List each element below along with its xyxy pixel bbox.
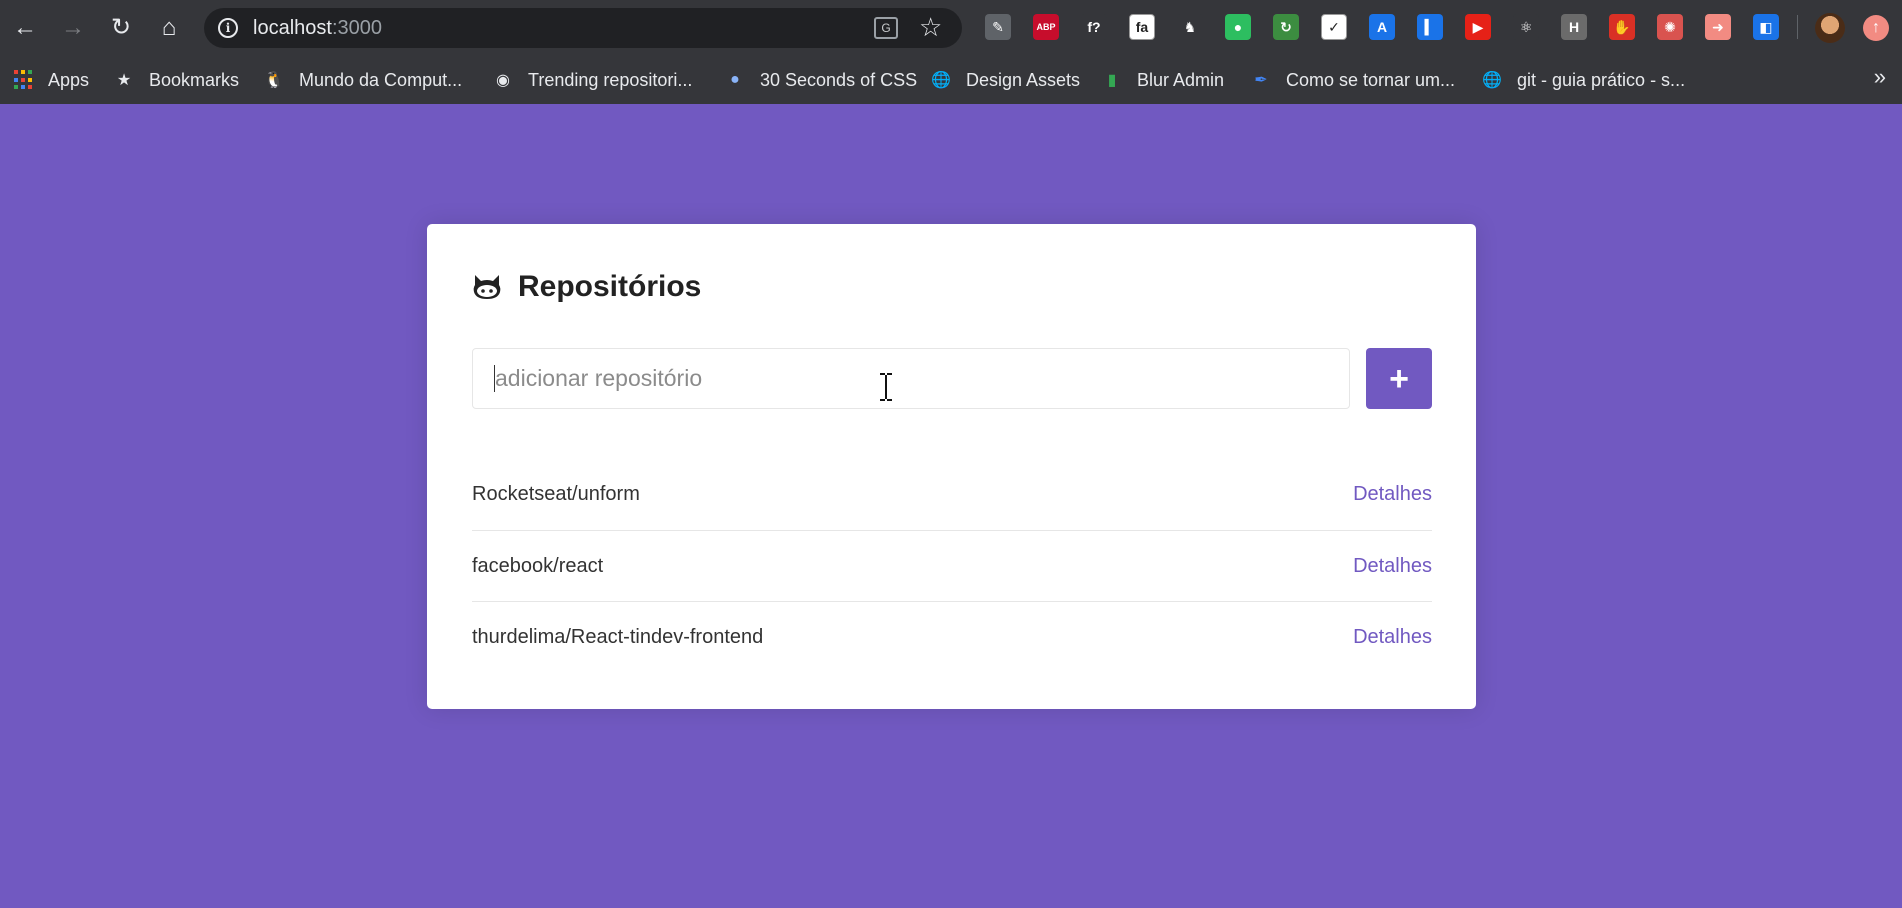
details-link[interactable]: Detalhes bbox=[1353, 626, 1432, 649]
page-title: Repositórios bbox=[518, 270, 702, 303]
bar-chart-icon: ▮ bbox=[1107, 72, 1117, 89]
back-arrow-icon[interactable]: ← bbox=[9, 12, 41, 44]
card-header: Repositórios bbox=[472, 270, 701, 304]
bookmark-mundo-computacao[interactable]: 🐧 Mundo da Comput... bbox=[263, 65, 462, 95]
bookmark-blur-admin[interactable]: ▮ Blur Admin bbox=[1101, 65, 1224, 95]
repository-name: thurdelima/React-tindev-frontend bbox=[472, 625, 764, 648]
repository-name: facebook/react bbox=[472, 554, 604, 577]
text-caret bbox=[494, 365, 495, 392]
bookmark-label: git - guia prático - s... bbox=[1517, 69, 1686, 90]
refresh-extension-icon[interactable]: ↻ bbox=[1273, 14, 1299, 40]
whatfont-icon[interactable]: f? bbox=[1081, 14, 1107, 40]
list-item: Rocketseat/unform Detalhes bbox=[472, 459, 1432, 530]
star-icon: ★ bbox=[116, 72, 132, 89]
url-host: localhost bbox=[253, 17, 332, 39]
apps-grid-icon bbox=[14, 70, 34, 90]
details-link[interactable]: Detalhes bbox=[1353, 483, 1432, 506]
forward-arrow-icon[interactable]: → bbox=[57, 12, 89, 44]
angular-extension-icon[interactable]: A bbox=[1369, 14, 1395, 40]
add-repository-button[interactable]: + bbox=[1366, 348, 1432, 409]
pen-extension-icon[interactable]: ✎ bbox=[985, 14, 1011, 40]
home-icon[interactable]: ⌂ bbox=[153, 12, 185, 44]
cast-extension-icon[interactable]: ➜ bbox=[1705, 14, 1731, 40]
bookmarks-overflow-chevron-icon[interactable]: » bbox=[1874, 64, 1886, 90]
address-bar[interactable]: i localhost:3000 G ☆ bbox=[204, 8, 962, 48]
youtube-extension-icon[interactable]: ▶ bbox=[1465, 14, 1491, 40]
bookmark-label: Trending repositori... bbox=[528, 69, 693, 90]
bookmark-git-guia-pratico[interactable]: 🌐 git - guia prático - s... bbox=[1481, 65, 1685, 95]
toolbar-divider bbox=[1797, 15, 1798, 39]
list-item: thurdelima/React-tindev-frontend Detalhe… bbox=[472, 601, 1432, 672]
window-extension-icon[interactable]: ◧ bbox=[1753, 14, 1779, 40]
adblock-plus-icon[interactable]: ABP bbox=[1033, 14, 1059, 40]
text-cursor-icon bbox=[880, 373, 892, 401]
add-repository-input[interactable] bbox=[472, 348, 1350, 409]
bookmark-extension-icon[interactable]: ▍ bbox=[1417, 14, 1443, 40]
header-extension-icon[interactable]: H bbox=[1561, 14, 1587, 40]
linux-penguin-icon: 🐧 bbox=[264, 72, 284, 89]
list-item: facebook/react Detalhes bbox=[472, 530, 1432, 601]
bookmark-design-assets[interactable]: 🌐 Design Assets bbox=[930, 65, 1080, 95]
url-port: :3000 bbox=[331, 17, 382, 39]
browser-chrome: ← → ↻ ⌂ i localhost:3000 G ☆ ✎ ABP f? fa ♞ ● ↻… bbox=[0, 0, 1902, 104]
bookmark-label: Design Assets bbox=[966, 69, 1081, 90]
reload-icon[interactable]: ↻ bbox=[105, 12, 137, 44]
bookmark-como-se-tornar[interactable]: ✒ Como se tornar um... bbox=[1250, 65, 1455, 95]
block-hand-icon[interactable]: ✋ bbox=[1609, 14, 1635, 40]
update-icon[interactable]: ↑ bbox=[1863, 15, 1889, 41]
bookmark-30-seconds-css[interactable]: ● 30 Seconds of CSS bbox=[724, 65, 917, 95]
address-url[interactable]: localhost:3000 bbox=[253, 17, 382, 40]
profile-avatar[interactable] bbox=[1815, 13, 1845, 43]
bookmark-label: 30 Seconds of CSS bbox=[760, 69, 918, 90]
bookmarks-bar: Apps ★ Bookmarks 🐧 Mundo da Comput... ◉ … bbox=[0, 56, 1902, 104]
bookmark-label: Como se tornar um... bbox=[1286, 69, 1456, 90]
horse-extension-icon[interactable]: ♞ bbox=[1177, 14, 1203, 40]
browser-toolbar: ← → ↻ ⌂ i localhost:3000 G ☆ ✎ ABP f? fa ♞ ● ↻… bbox=[0, 0, 1902, 56]
site-info-icon[interactable]: i bbox=[218, 18, 238, 38]
globe-icon: 🌐 bbox=[931, 72, 951, 89]
checkmark-extension-icon[interactable]: ✓ bbox=[1321, 14, 1347, 40]
feather-icon: ✒ bbox=[1254, 72, 1268, 89]
globe-blue-icon: ● bbox=[730, 71, 740, 88]
bookmark-label: Mundo da Comput... bbox=[299, 69, 463, 90]
bookmark-label: Apps bbox=[48, 69, 90, 90]
details-link[interactable]: Detalhes bbox=[1353, 555, 1432, 578]
bookmark-bookmarks-folder[interactable]: ★ Bookmarks bbox=[113, 65, 239, 95]
repository-name: Rocketseat/unform bbox=[472, 483, 640, 505]
octopus-extension-icon[interactable]: ✺ bbox=[1657, 14, 1683, 40]
bookmark-star-icon[interactable]: ☆ bbox=[919, 12, 942, 43]
github-icon: ◉ bbox=[496, 72, 510, 89]
globe-icon: 🌐 bbox=[1482, 72, 1502, 89]
react-devtools-icon[interactable]: ⚛ bbox=[1513, 14, 1539, 40]
evernote-icon[interactable]: ● bbox=[1225, 14, 1251, 40]
translate-icon[interactable]: G bbox=[874, 17, 898, 39]
bookmark-trending-repositories[interactable]: ◉ Trending repositori... bbox=[492, 65, 692, 95]
bookmark-label: Blur Admin bbox=[1137, 69, 1225, 90]
fontawesome-icon[interactable]: fa bbox=[1129, 14, 1155, 40]
repository-list: Rocketseat/unform Detalhes facebook/reac… bbox=[472, 459, 1432, 672]
github-icon bbox=[473, 275, 501, 299]
repositories-card: Repositórios + Rocketseat/unform Detalhe… bbox=[427, 224, 1476, 709]
bookmark-label: Bookmarks bbox=[149, 69, 240, 90]
bookmark-apps[interactable]: Apps bbox=[14, 65, 89, 95]
